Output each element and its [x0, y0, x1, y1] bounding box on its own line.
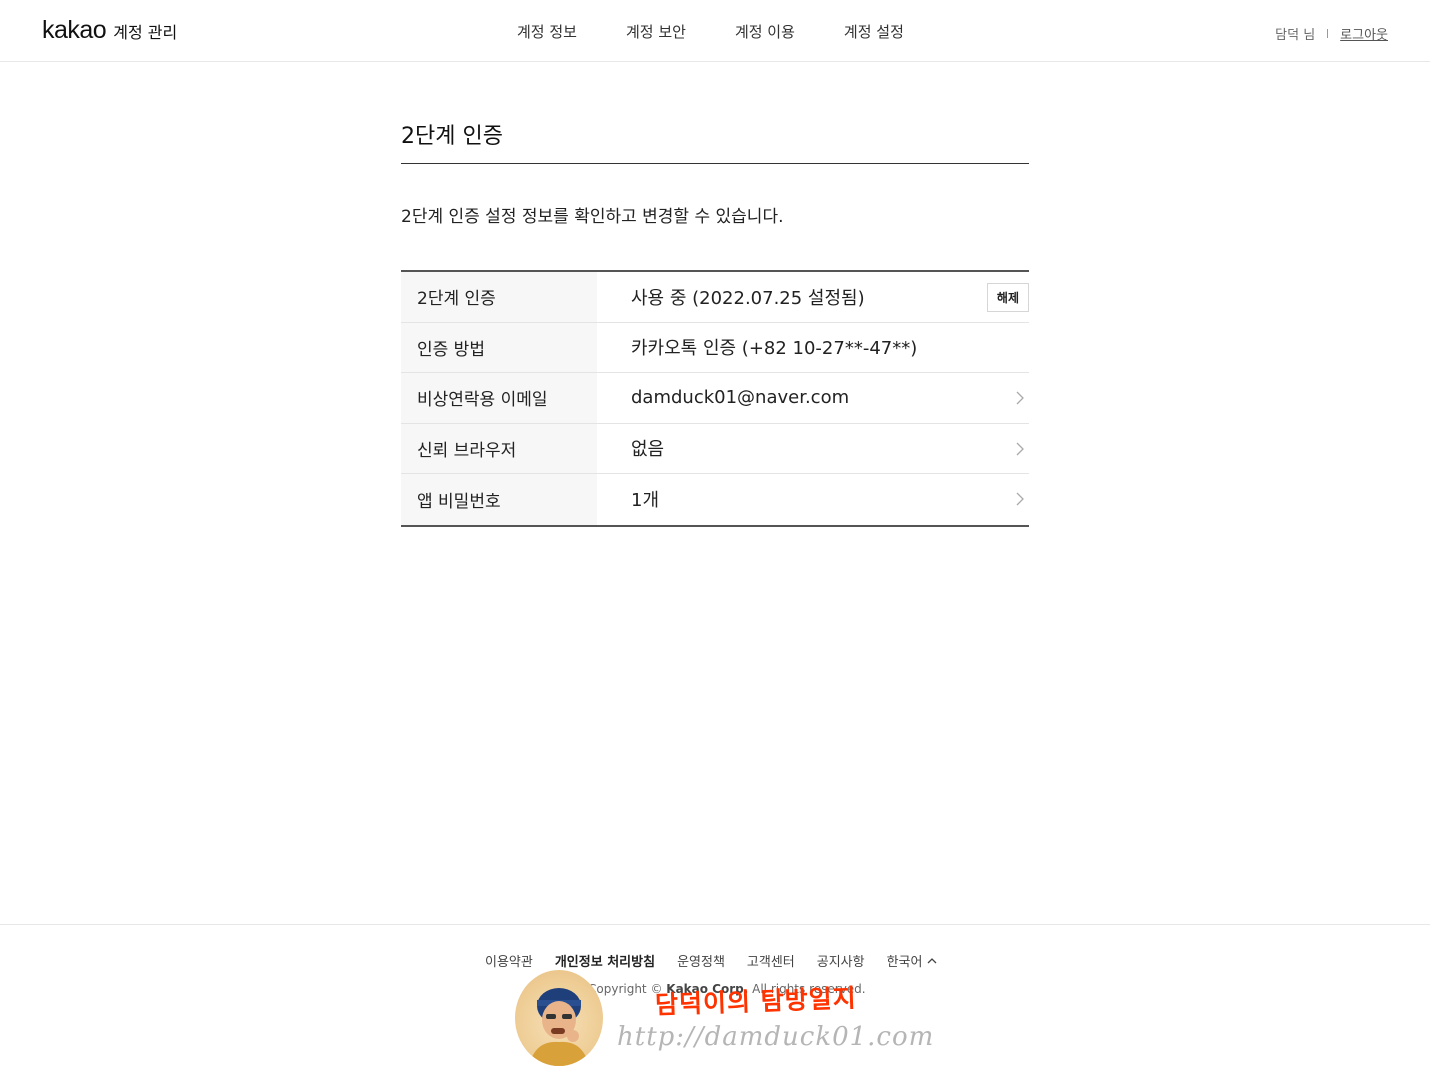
footer-terms-link[interactable]: 이용약관	[485, 951, 533, 970]
footer-support-link[interactable]: 고객센터	[747, 951, 795, 970]
global-header: kakao 계정 관리 계정 정보 계정 보안 계정 이용 계정 설정 담덕 님…	[0, 0, 1430, 62]
footer-links: 이용약관 개인정보 처리방침 운영정책 고객센터 공지사항 한국어	[485, 951, 937, 970]
logo-wordmark: kakao	[42, 16, 107, 44]
chevron-right-icon[interactable]	[1013, 491, 1027, 507]
two-step-info-table: 2단계 인증 사용 중 (2022.07.25 설정됨) 해제 인증 방법 카카…	[401, 270, 1029, 527]
nav-account-settings[interactable]: 계정 설정	[844, 21, 904, 42]
avatar-illustration	[529, 988, 589, 1066]
footer-notice-link[interactable]: 공지사항	[817, 951, 865, 970]
row-label: 앱 비밀번호	[401, 474, 597, 525]
main-nav: 계정 정보 계정 보안 계정 이용 계정 설정	[517, 21, 953, 42]
copyright-prefix: Copyright ©	[588, 982, 663, 996]
chevron-right-icon[interactable]	[1013, 441, 1027, 457]
nav-account-usage[interactable]: 계정 이용	[735, 21, 795, 42]
row-label: 신뢰 브라우저	[401, 423, 597, 473]
row-auth-method: 인증 방법 카카오톡 인증 (+82 10-27**-47**)	[401, 322, 1029, 373]
row-label: 2단계 인증	[401, 272, 597, 322]
language-label: 한국어	[886, 955, 923, 970]
nav-account-info[interactable]: 계정 정보	[517, 21, 577, 42]
chevron-right-icon[interactable]	[1013, 390, 1027, 406]
nav-account-security[interactable]: 계정 보안	[626, 21, 686, 42]
main-content: 2단계 인증 2단계 인증 설정 정보를 확인하고 변경할 수 있습니다. 2단…	[401, 118, 1029, 527]
row-value: 사용 중 (2022.07.25 설정됨)	[631, 287, 865, 309]
logo-service-name: 계정 관리	[113, 23, 178, 42]
watermark-avatar	[515, 970, 603, 1066]
kakao-logo[interactable]: kakao 계정 관리	[42, 16, 177, 45]
watermark-url: http://damduck01.com	[617, 1022, 935, 1052]
footer-policy-link[interactable]: 운영정책	[677, 951, 725, 970]
row-label: 인증 방법	[401, 322, 597, 372]
page-title: 2단계 인증	[401, 118, 1029, 164]
footer-privacy-link[interactable]: 개인정보 처리방침	[555, 951, 655, 970]
row-trusted-browser[interactable]: 신뢰 브라우저 없음	[401, 423, 1029, 474]
row-app-password[interactable]: 앱 비밀번호 1개	[401, 474, 1029, 525]
row-value: damduck01@naver.com	[631, 387, 850, 409]
page-description: 2단계 인증 설정 정보를 확인하고 변경할 수 있습니다.	[401, 207, 784, 227]
row-value: 1개	[631, 490, 660, 512]
row-value: 카카오톡 인증 (+82 10-27**-47**)	[631, 338, 918, 360]
row-value: 없음	[631, 439, 665, 461]
row-label: 비상연락용 이메일	[401, 373, 597, 423]
disable-button[interactable]: 해제	[986, 283, 1029, 312]
divider	[1327, 29, 1329, 38]
language-selector[interactable]: 한국어	[887, 951, 938, 970]
row-two-step-status: 2단계 인증 사용 중 (2022.07.25 설정됨) 해제	[401, 272, 1029, 323]
watermark-title: 담덕이의 탐방일지	[654, 983, 858, 1020]
logout-link[interactable]: 로그아웃	[1340, 24, 1388, 43]
chevron-up-icon	[928, 958, 937, 964]
user-area: 담덕 님 로그아웃	[1275, 24, 1388, 43]
row-recovery-email[interactable]: 비상연락용 이메일 damduck01@naver.com	[401, 373, 1029, 424]
user-name: 담덕 님	[1275, 28, 1316, 43]
